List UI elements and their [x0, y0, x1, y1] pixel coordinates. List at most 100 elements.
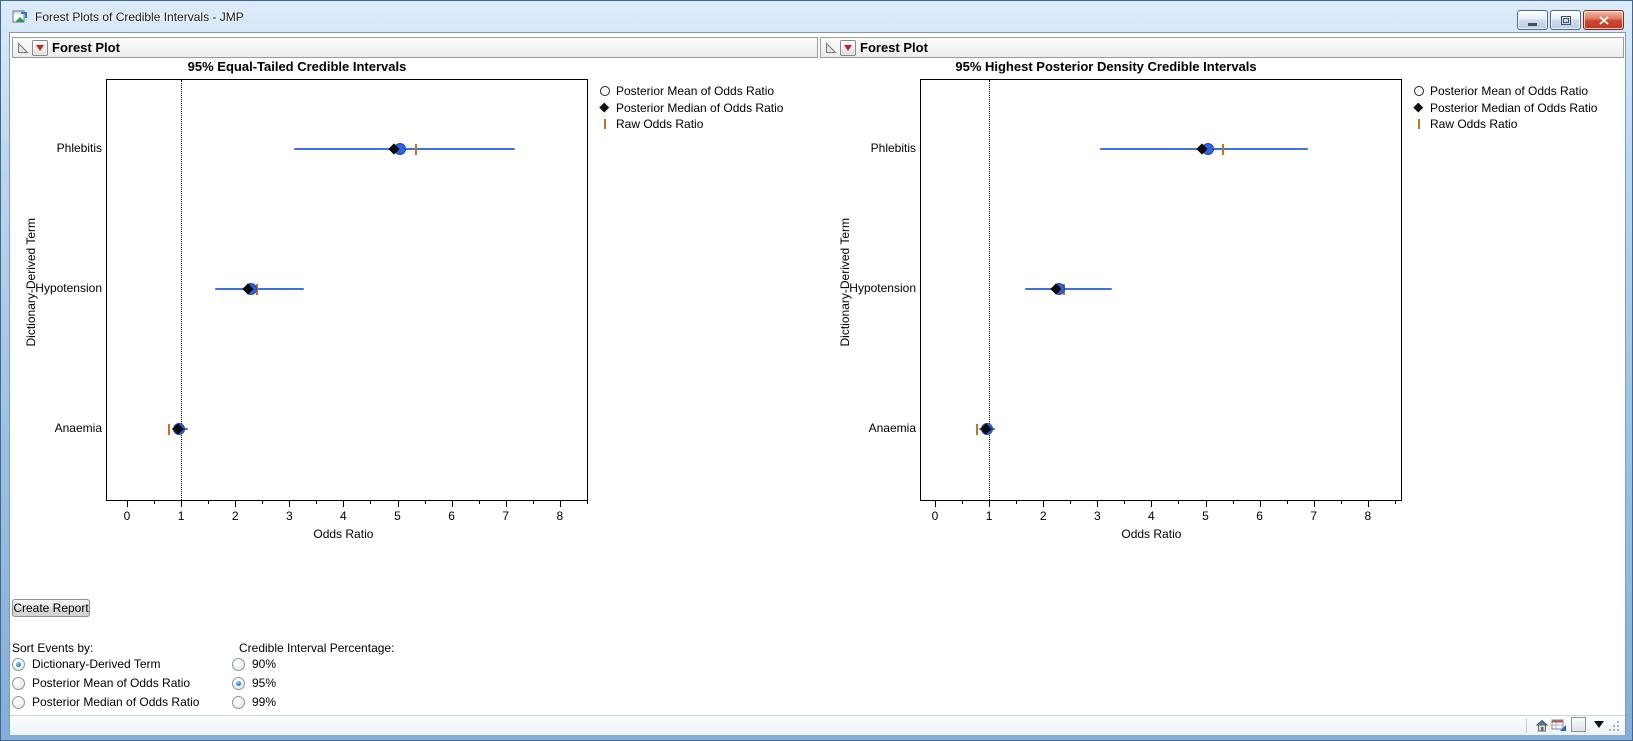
x-axis-minor-tick [962, 501, 964, 504]
y-category-label: Phlebitis [870, 141, 916, 155]
x-axis-tick [1097, 501, 1099, 507]
legend: Posterior Mean of Odds Ratio Posterior Me… [598, 83, 783, 135]
legend-label: Posterior Mean of Odds Ratio [1430, 84, 1589, 98]
data-table-icon[interactable] [1551, 717, 1567, 733]
x-tick-label: 1 [985, 509, 993, 523]
x-axis-title: Odds Ratio [313, 527, 374, 541]
radio-90[interactable]: 90% [232, 657, 276, 671]
x-axis-minor-tick [1124, 501, 1126, 504]
x-tick-label: 0 [931, 509, 939, 523]
sort-events-label: Sort Events by: [12, 641, 94, 655]
x-tick-label: 7 [1310, 509, 1318, 523]
reference-line [989, 80, 991, 500]
x-axis-tick [1043, 501, 1045, 507]
y-category-label: Phlebitis [56, 141, 102, 155]
close-icon [1598, 15, 1609, 25]
credible-interval-line [1024, 288, 1113, 290]
radio-button[interactable] [12, 695, 25, 709]
create-report-button[interactable]: Create Report [12, 599, 90, 617]
credible-interval-line [215, 288, 304, 290]
radio-label: 99% [252, 695, 277, 709]
x-axis-tick [935, 501, 936, 507]
forest-plot-outline-header-left[interactable]: Forest Plot [12, 37, 818, 58]
home-icon[interactable] [1534, 717, 1550, 733]
x-tick-label: 8 [556, 509, 564, 523]
x-tick-label: 0 [123, 509, 131, 523]
x-axis-minor-tick [370, 501, 372, 504]
radio-posterior-mean-of-odds-ratio[interactable]: Posterior Mean of Odds Ratio [12, 676, 199, 690]
x-axis-minor-tick [424, 501, 426, 504]
red-triangle-menu-button[interactable] [32, 39, 48, 56]
x-axis-minor-tick [478, 501, 480, 504]
legend-label: Raw Odds Ratio [616, 117, 704, 131]
jmp-app-icon [12, 9, 28, 25]
radio-label: 95% [252, 676, 277, 690]
disclosure-triangle-icon[interactable] [17, 41, 29, 54]
x-axis-tick [235, 501, 237, 507]
radio-label: Dictionary-Derived Term [32, 657, 161, 671]
filled-diamond-icon [1412, 102, 1425, 113]
filled-diamond-glyph [599, 102, 610, 113]
red-triangle-icon [36, 44, 44, 51]
sort-events-radio-group: Dictionary-Derived Term Posterior Mean of… [12, 657, 199, 714]
radio-button-selected[interactable] [232, 676, 245, 690]
resize-grip[interactable] [1608, 719, 1620, 737]
radio-99[interactable]: 99% [232, 695, 276, 709]
window-state-button[interactable] [1571, 717, 1586, 732]
x-axis-minor-tick [1232, 501, 1234, 504]
raw-odds-ratio-tick [976, 423, 979, 435]
x-tick-label: 5 [394, 509, 401, 523]
legend-label: Posterior Median of Odds Ratio [616, 100, 784, 115]
x-axis-tick [181, 501, 183, 507]
statusbar-separator [1526, 718, 1527, 733]
x-axis-tick [1259, 501, 1261, 507]
radio-button[interactable] [232, 695, 245, 709]
radio-95[interactable]: 95% [232, 676, 276, 690]
y-category-label: Hypotension [35, 281, 102, 295]
radio-dictionary-derived-term[interactable]: Dictionary-Derived Term [12, 657, 199, 671]
red-triangle-menu-button[interactable] [840, 39, 856, 56]
legend-label: Posterior Mean of Odds Ratio [616, 84, 775, 98]
x-axis-minor-tick [1394, 501, 1396, 504]
radio-label: Posterior Median of Odds Ratio [32, 695, 200, 709]
plot-frame [106, 79, 588, 501]
maximize-button[interactable] [1550, 10, 1581, 30]
reference-line [181, 80, 183, 500]
legend-item: Posterior Mean of Odds Ratio [598, 84, 783, 98]
x-axis-tick [289, 501, 291, 507]
x-axis-title: Odds Ratio [1121, 527, 1182, 541]
x-axis-minor-tick [1070, 501, 1072, 504]
credible-interval-label: Credible Interval Percentage: [239, 641, 395, 655]
orange-tick-glyph [1417, 119, 1420, 129]
x-axis-tick [1205, 501, 1207, 507]
plot-title: 95% Equal-Tailed Credible Intervals [187, 59, 407, 74]
minimize-button[interactable] [1517, 10, 1548, 30]
x-axis-minor-tick [262, 501, 264, 504]
x-tick-label: 5 [1202, 509, 1209, 523]
disclosure-triangle-icon[interactable] [825, 41, 837, 54]
statusbar-menu-arrow-icon[interactable] [1594, 721, 1604, 728]
x-axis-minor-tick [1340, 501, 1342, 504]
open-circle-glyph [599, 86, 610, 96]
orange-tick-icon [598, 119, 611, 129]
forest-plot-outline-header-right[interactable]: Forest Plot [820, 37, 1624, 58]
raw-odds-ratio-tick [415, 143, 418, 155]
close-button[interactable] [1583, 10, 1624, 30]
legend-item: Posterior Median of Odds Ratio [1412, 101, 1597, 115]
radio-posterior-median-of-odds-ratio[interactable]: Posterior Median of Odds Ratio [12, 695, 199, 709]
legend-item: Posterior Median of Odds Ratio [598, 100, 784, 115]
status-bar [10, 715, 1625, 735]
radio-button[interactable] [232, 657, 245, 671]
title-bar[interactable]: Forest Plots of Credible Intervals - JMP [1, 1, 1632, 32]
outline-title: Forest Plot [860, 40, 928, 55]
x-axis-minor-tick [1016, 501, 1018, 504]
x-tick-label: 4 [340, 509, 347, 523]
open-circle-icon [598, 86, 611, 96]
radio-button-selected[interactable] [12, 657, 25, 671]
plot-title: 95% Highest Posterior Density Credible I… [955, 59, 1257, 74]
x-axis-minor-tick [1286, 501, 1288, 504]
radio-label: Posterior Mean of Odds Ratio [32, 676, 191, 690]
x-axis-minor-tick [154, 501, 156, 504]
radio-button[interactable] [12, 676, 25, 690]
plot-frame [920, 79, 1402, 501]
